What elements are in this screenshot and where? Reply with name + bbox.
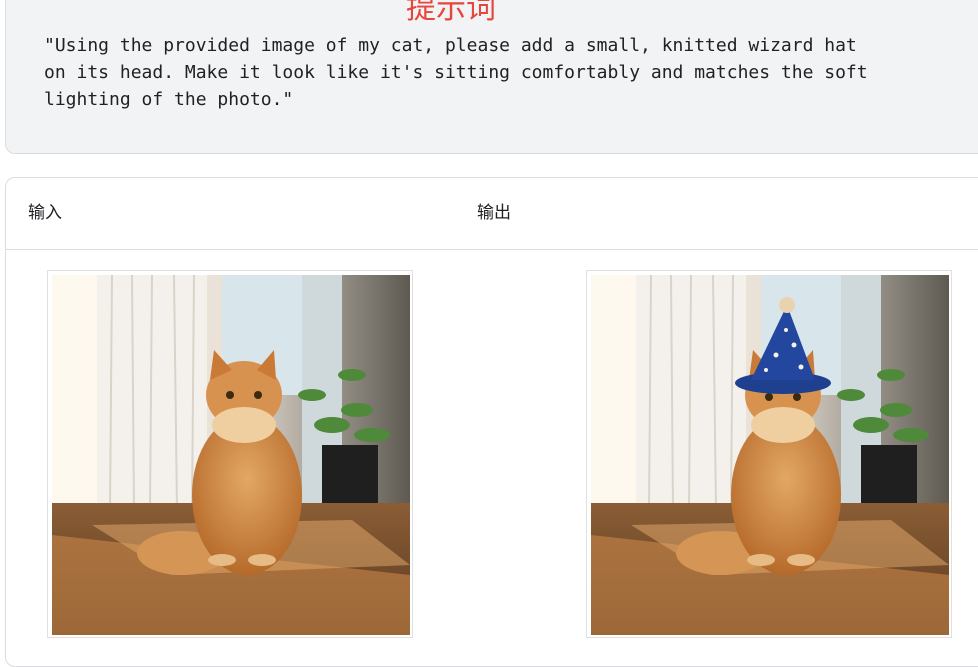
cat-wizard-hat-photo-icon [591,275,949,635]
prompt-title: 提示词 [406,0,496,26]
prompt-panel: 提示词 "Using the provided image of my cat,… [5,0,978,154]
comparison-table: 输入 输出 [5,177,978,667]
output-image [586,270,952,638]
table-header-row: 输入 输出 [6,178,978,250]
input-image [47,270,413,638]
prompt-text: "Using the provided image of my cat, ple… [44,35,868,110]
output-column-header: 输出 [477,203,511,223]
input-column-header: 输入 [28,203,62,223]
cat-photo-icon [52,275,410,635]
